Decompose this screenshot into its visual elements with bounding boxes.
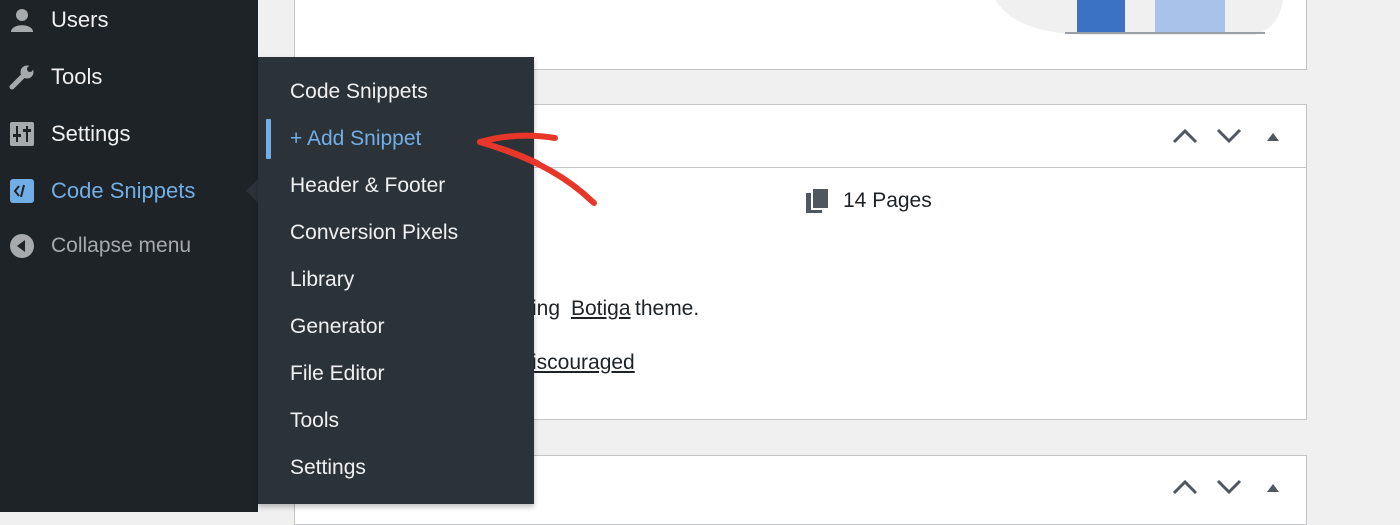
- submenu-item-label: Library: [290, 268, 355, 291]
- submenu-item-tools[interactable]: Tools: [258, 401, 534, 441]
- pages-icon: [806, 187, 830, 213]
- submenu-item-label: Settings: [290, 456, 366, 479]
- theme-prefix-text: ing: [532, 297, 561, 320]
- sidebar-item-label: Collapse menu: [51, 234, 192, 257]
- pages-count-link[interactable]: 14 Pages: [843, 189, 932, 213]
- sidebar-item-users[interactable]: Users: [0, 0, 258, 44]
- submenu-item-file-editor[interactable]: File Editor: [258, 354, 534, 394]
- submenu-item-label: Tools: [290, 409, 340, 432]
- sidebar-item-settings[interactable]: Settings: [0, 110, 258, 158]
- toggle-panel-button[interactable]: [1258, 472, 1288, 502]
- sidebar-item-label: Code Snippets: [51, 178, 196, 203]
- toggle-panel-button[interactable]: [1258, 121, 1288, 151]
- submenu-item-label: File Editor: [290, 362, 385, 385]
- current-menu-pointer: [246, 179, 258, 203]
- move-down-button[interactable]: [1214, 121, 1244, 151]
- move-up-button[interactable]: [1170, 472, 1200, 502]
- collapse-menu-button[interactable]: Collapse menu: [0, 222, 258, 270]
- panel-controls: [1170, 472, 1288, 502]
- panel-controls: [1170, 121, 1288, 151]
- admin-sidebar: Users Tools Settings Code Snippets Colla…: [0, 0, 258, 512]
- settings-sliders-icon: [8, 120, 36, 148]
- users-icon: [8, 6, 36, 34]
- code-snippets-icon: [8, 177, 36, 205]
- submenu-item-generator[interactable]: Generator: [258, 307, 534, 347]
- theme-name-link[interactable]: Botiga: [571, 297, 631, 321]
- submenu-item-settings[interactable]: Settings: [258, 448, 534, 488]
- submenu-item-label: Conversion Pixels: [290, 221, 459, 244]
- submenu-item-library[interactable]: Library: [258, 260, 534, 300]
- search-engines-discouraged-link[interactable]: iscouraged: [532, 351, 635, 375]
- wrench-icon: [8, 63, 36, 91]
- submenu-item-label: + Add Snippet: [290, 127, 422, 150]
- illustration-image: [995, 0, 1283, 35]
- submenu-item-conversion-pixels[interactable]: Conversion Pixels: [258, 213, 534, 253]
- collapse-icon: [8, 232, 36, 260]
- sidebar-item-label: Settings: [51, 121, 131, 146]
- theme-suffix-text: theme.: [635, 297, 700, 320]
- submenu-item-label: Code Snippets: [290, 80, 428, 103]
- submenu-item-label: Header & Footer: [290, 174, 446, 197]
- sidebar-item-label: Tools: [51, 64, 103, 89]
- annotation-arrow-icon: [477, 132, 597, 206]
- active-indicator: [266, 119, 271, 159]
- sidebar-item-label: Users: [51, 7, 109, 32]
- sidebar-item-tools[interactable]: Tools: [0, 53, 258, 101]
- submenu-item-label: Generator: [290, 315, 385, 338]
- sidebar-item-code-snippets[interactable]: Code Snippets: [0, 167, 258, 215]
- move-down-button[interactable]: [1214, 472, 1244, 502]
- submenu-item-code-snippets[interactable]: Code Snippets: [258, 72, 534, 112]
- move-up-button[interactable]: [1170, 121, 1200, 151]
